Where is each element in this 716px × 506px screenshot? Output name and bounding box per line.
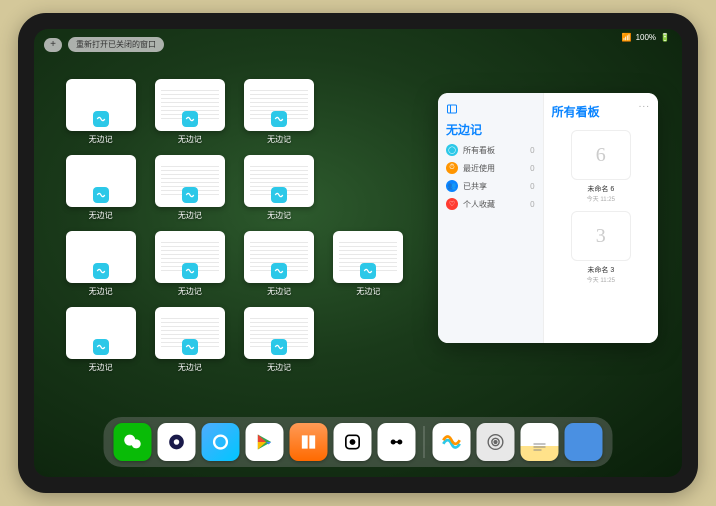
dice-icon[interactable] (334, 423, 372, 461)
window-label: 无边记 (89, 286, 113, 297)
popover-content: 所有看板 6未命名 6今天 11:253未命名 3今天 11:25 (544, 93, 658, 343)
freeform-app-icon (182, 263, 198, 279)
category-count: 0 (530, 182, 534, 191)
category-icon: ♡ (446, 198, 458, 210)
dock-separator (424, 426, 425, 458)
sidebar-toggle-icon[interactable] (446, 103, 458, 115)
category-count: 0 (530, 164, 534, 173)
category-count: 0 (530, 146, 534, 155)
window-label: 无边记 (178, 134, 202, 145)
window-label: 无边记 (178, 362, 202, 373)
category-icon: 👥 (446, 180, 458, 192)
freeform-app-icon (271, 263, 287, 279)
connect-icon[interactable] (378, 423, 416, 461)
battery-label: 100% (636, 33, 656, 42)
category-label: 所有看板 (463, 145, 495, 156)
window-label: 无边记 (178, 210, 202, 221)
window-thumbnail[interactable]: 无边记 (330, 231, 407, 297)
window-label: 无边记 (89, 134, 113, 145)
category-item[interactable]: ◯ 所有看板 0 (446, 144, 535, 156)
popover-left-title: 无边记 (446, 121, 535, 138)
category-icon: ◯ (446, 144, 458, 156)
freeform-app-icon (93, 339, 109, 355)
play-store-icon[interactable] (246, 423, 284, 461)
board-label: 未命名 6 (552, 184, 650, 194)
category-label: 已共享 (463, 181, 487, 192)
popover-sidebar: 无边记 ◯ 所有看板 0 ⏱ 最近使用 0 👥 已共享 0 ♡ 个人收藏 0 (438, 93, 544, 343)
browser-icon[interactable] (202, 423, 240, 461)
window-thumbnail[interactable]: 无边记 (62, 155, 139, 221)
window-thumbnail[interactable]: 无边记 (62, 231, 139, 297)
window-label: 无边记 (267, 362, 291, 373)
screen: 📶 100% 🔋 + 重新打开已关闭的窗口 无边记无边记无边记无边记无边记无边记… (34, 29, 682, 477)
freeform-app-icon (182, 111, 198, 127)
window-grid: 无边记无边记无边记无边记无边记无边记无边记无边记无边记无边记无边记无边记无边记 (62, 79, 407, 373)
window-thumbnail[interactable]: 无边记 (241, 79, 318, 145)
freeform-app-icon (93, 111, 109, 127)
category-item[interactable]: 👥 已共享 0 (446, 180, 535, 192)
window-label: 无边记 (356, 286, 380, 297)
window-label: 无边记 (267, 134, 291, 145)
board-timestamp: 今天 11:25 (552, 194, 650, 203)
wechat-icon[interactable] (114, 423, 152, 461)
board-label: 未命名 3 (552, 265, 650, 275)
reopen-closed-window-button[interactable]: 重新打开已关闭的窗口 (68, 37, 164, 52)
window-label: 无边记 (267, 210, 291, 221)
window-thumbnail[interactable]: 无边记 (151, 307, 228, 373)
settings-icon[interactable] (477, 423, 515, 461)
dock (104, 417, 613, 467)
new-window-button[interactable]: + (44, 38, 62, 52)
category-label: 个人收藏 (463, 199, 495, 210)
window-label: 无边记 (178, 286, 202, 297)
board-timestamp: 今天 11:25 (552, 275, 650, 284)
freeform-app-icon (93, 263, 109, 279)
window-thumbnail[interactable]: 无边记 (241, 231, 318, 297)
window-thumbnail[interactable]: 无边记 (62, 307, 139, 373)
top-bar: + 重新打开已关闭的窗口 (44, 37, 164, 52)
freeform-app-icon (271, 187, 287, 203)
category-label: 最近使用 (463, 163, 495, 174)
app-folder-icon[interactable] (565, 423, 603, 461)
popover-right-title: 所有看板 (552, 103, 650, 120)
window-thumbnail[interactable]: 无边记 (241, 155, 318, 221)
window-thumbnail[interactable]: 无边记 (241, 307, 318, 373)
notes-icon[interactable] (521, 423, 559, 461)
window-thumbnail[interactable]: 无边记 (62, 79, 139, 145)
status-bar: 📶 100% 🔋 (622, 33, 670, 42)
freeform-popover: ... 无边记 ◯ 所有看板 0 ⏱ 最近使用 0 👥 已共享 0 ♡ 个人收藏 0 所有看板 6 未命… (438, 93, 658, 343)
ipad-frame: 📶 100% 🔋 + 重新打开已关闭的窗口 无边记无边记无边记无边记无边记无边记… (18, 13, 698, 493)
freeform-app-icon (182, 339, 198, 355)
window-label: 无边记 (89, 362, 113, 373)
board-thumbnail[interactable]: 3 (571, 211, 631, 261)
window-label: 无边记 (267, 286, 291, 297)
books-icon[interactable] (290, 423, 328, 461)
category-icon: ⏱ (446, 162, 458, 174)
freeform-app-icon (360, 263, 376, 279)
board-thumbnail[interactable]: 6 (571, 130, 631, 180)
freeform-app-icon (182, 187, 198, 203)
battery-icon: 🔋 (660, 33, 670, 42)
category-item[interactable]: ⏱ 最近使用 0 (446, 162, 535, 174)
window-thumbnail[interactable]: 无边记 (151, 155, 228, 221)
category-item[interactable]: ♡ 个人收藏 0 (446, 198, 535, 210)
window-thumbnail[interactable]: 无边记 (151, 231, 228, 297)
window-thumbnail[interactable]: 无边记 (151, 79, 228, 145)
freeform-app-icon (271, 339, 287, 355)
quark-icon[interactable] (158, 423, 196, 461)
wifi-icon: 📶 (622, 33, 632, 42)
window-label: 无边记 (89, 210, 113, 221)
freeform-app-icon (271, 111, 287, 127)
freeform-app-icon (93, 187, 109, 203)
freeform-icon[interactable] (433, 423, 471, 461)
category-count: 0 (530, 200, 534, 209)
more-icon[interactable]: ... (639, 99, 650, 110)
